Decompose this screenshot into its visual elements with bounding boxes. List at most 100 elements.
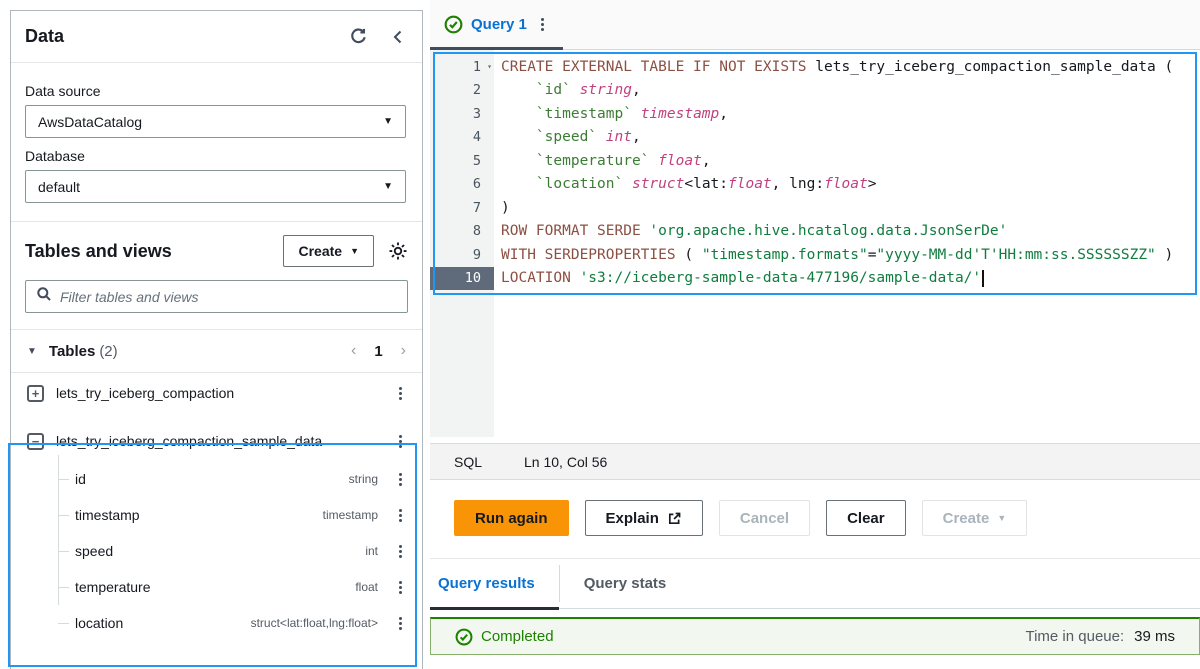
- code-line-7[interactable]: 7): [430, 196, 1200, 220]
- line-number: 9: [430, 243, 494, 267]
- column-row-speed[interactable]: speedint: [11, 533, 422, 569]
- create-button[interactable]: Create ▼: [283, 235, 374, 267]
- query-editor-panel: Query 1 1▾CREATE EXTERNAL TABLE IF NOT E…: [430, 0, 1200, 669]
- check-circle-icon: [444, 15, 463, 34]
- tab-query-stats[interactable]: Query stats: [560, 559, 691, 608]
- query-status-banner: Completed Time in queue: 39 ms: [430, 617, 1200, 655]
- kebab-menu-icon[interactable]: [392, 506, 408, 524]
- tab-query-results[interactable]: Query results: [430, 559, 559, 608]
- action-buttons: Run again Explain Cancel Clear Create: [430, 480, 1200, 536]
- kebab-menu-icon[interactable]: [392, 542, 408, 560]
- code-text: ): [494, 200, 510, 216]
- code-text: `speed` int,: [494, 129, 641, 145]
- language-indicator: SQL: [454, 454, 482, 470]
- clear-button[interactable]: Clear: [826, 500, 906, 536]
- code-text: LOCATION 's3://iceberg-sample-data-47719…: [494, 270, 984, 287]
- refresh-icon[interactable]: [349, 27, 368, 46]
- time-in-queue-value: 39 ms: [1134, 628, 1175, 645]
- line-number: 8: [430, 220, 494, 244]
- sidebar-header: Data: [11, 11, 422, 63]
- code-text: CREATE EXTERNAL TABLE IF NOT EXISTS lets…: [494, 59, 1173, 75]
- column-type: string: [349, 472, 378, 486]
- database-select[interactable]: default ▼: [25, 170, 406, 203]
- code-text: `location` struct<lat:float, lng:float>: [494, 176, 876, 192]
- column-list: idstringtimestamptimestampspeedinttemper…: [11, 461, 422, 641]
- collapse-panel-icon[interactable]: [390, 29, 406, 45]
- tables-group-row: ▼ Tables (2) ‹ 1 ›: [11, 330, 422, 372]
- explain-button[interactable]: Explain: [585, 500, 703, 536]
- code-line-9[interactable]: 9WITH SERDEPROPERTIES ( "timestamp.forma…: [430, 243, 1200, 267]
- run-again-button[interactable]: Run again: [454, 500, 569, 536]
- code-text: WITH SERDEPROPERTIES ( "timestamp.format…: [494, 247, 1173, 263]
- line-number: 5: [430, 149, 494, 173]
- filter-field[interactable]: [25, 280, 408, 313]
- column-row-temperature[interactable]: temperaturefloat: [11, 569, 422, 605]
- code-line-4[interactable]: 4 `speed` int,: [430, 126, 1200, 150]
- kebab-menu-icon[interactable]: [392, 384, 408, 402]
- create-label: Create: [943, 510, 990, 527]
- table-row-sample-data[interactable]: − lets_try_iceberg_compaction_sample_dat…: [11, 421, 422, 461]
- tab-query-1[interactable]: Query 1: [430, 0, 563, 49]
- column-row-id[interactable]: idstring: [11, 461, 422, 497]
- code-line-2[interactable]: 2 `id` string,: [430, 79, 1200, 103]
- column-name: location: [75, 615, 251, 631]
- column-type: float: [355, 580, 378, 594]
- data-source-label: Data source: [25, 83, 406, 99]
- line-number: 6: [430, 173, 494, 197]
- code-line-10[interactable]: 10LOCATION 's3://iceberg-sample-data-477…: [430, 267, 1200, 291]
- kebab-menu-icon[interactable]: [392, 470, 408, 488]
- text-cursor: [982, 270, 984, 287]
- explain-label: Explain: [606, 510, 659, 527]
- source-database-section: Data source AwsDataCatalog ▼ Database de…: [11, 63, 422, 221]
- data-source-value: AwsDataCatalog: [38, 114, 142, 130]
- tables-and-views-title: Tables and views: [25, 241, 283, 262]
- filter-tables-input[interactable]: [60, 289, 397, 305]
- chevron-down-icon: ▼: [383, 116, 393, 127]
- column-row-location[interactable]: locationstruct<lat:float,lng:float>: [11, 605, 422, 641]
- column-name: temperature: [75, 579, 355, 595]
- cancel-button[interactable]: Cancel: [719, 500, 810, 536]
- line-number: 3: [430, 102, 494, 126]
- expand-icon[interactable]: +: [27, 385, 44, 402]
- code-line-8[interactable]: 8ROW FORMAT SERDE 'org.apache.hive.hcata…: [430, 220, 1200, 244]
- kebab-menu-icon[interactable]: [392, 614, 408, 632]
- sidebar-title: Data: [25, 26, 64, 47]
- line-number: 2: [430, 79, 494, 103]
- editor-status-bar: SQL Ln 10, Col 56: [430, 443, 1200, 480]
- query-results-tab-label: Query results: [438, 575, 535, 592]
- column-row-timestamp[interactable]: timestamptimestamp: [11, 497, 422, 533]
- page-next-icon[interactable]: ›: [401, 342, 406, 360]
- clear-label: Clear: [847, 510, 885, 527]
- table-name: lets_try_iceberg_compaction_sample_data: [56, 433, 392, 449]
- column-type: struct<lat:float,lng:float>: [251, 616, 378, 630]
- code-line-1[interactable]: 1▾CREATE EXTERNAL TABLE IF NOT EXISTS le…: [430, 55, 1200, 79]
- search-icon: [36, 286, 52, 307]
- database-value: default: [38, 179, 80, 195]
- line-number: 7: [430, 196, 494, 220]
- code-line-6[interactable]: 6 `location` struct<lat:float, lng:float…: [430, 173, 1200, 197]
- results-tabbar: Query results Query stats: [430, 559, 1200, 609]
- code-text: `id` string,: [494, 82, 641, 98]
- chevron-down-icon: ▼: [997, 513, 1006, 523]
- external-link-icon: [667, 511, 682, 526]
- kebab-menu-icon[interactable]: [392, 578, 408, 596]
- column-type: int: [365, 544, 378, 558]
- query-tabbar: Query 1: [430, 0, 1200, 50]
- fold-caret-icon[interactable]: ▾: [487, 62, 492, 71]
- page-prev-icon[interactable]: ‹: [351, 342, 356, 360]
- line-number: 1▾: [430, 55, 494, 79]
- code-line-3[interactable]: 3 `timestamp` timestamp,: [430, 102, 1200, 126]
- table-row-compaction[interactable]: + lets_try_iceberg_compaction: [11, 373, 422, 413]
- collapse-icon[interactable]: −: [27, 433, 44, 450]
- code-line-5[interactable]: 5 `temperature` float,: [430, 149, 1200, 173]
- kebab-menu-icon[interactable]: [392, 432, 408, 450]
- create-dropdown-button[interactable]: Create ▼: [922, 500, 1028, 536]
- sql-editor[interactable]: 1▾CREATE EXTERNAL TABLE IF NOT EXISTS le…: [430, 50, 1200, 437]
- line-number: 10: [430, 267, 494, 291]
- gear-icon[interactable]: [388, 241, 408, 261]
- database-label: Database: [25, 148, 406, 164]
- group-expander-icon[interactable]: ▼: [27, 346, 37, 357]
- tables-group-label: Tables: [49, 343, 95, 360]
- kebab-menu-icon[interactable]: [535, 15, 551, 33]
- data-source-select[interactable]: AwsDataCatalog ▼: [25, 105, 406, 138]
